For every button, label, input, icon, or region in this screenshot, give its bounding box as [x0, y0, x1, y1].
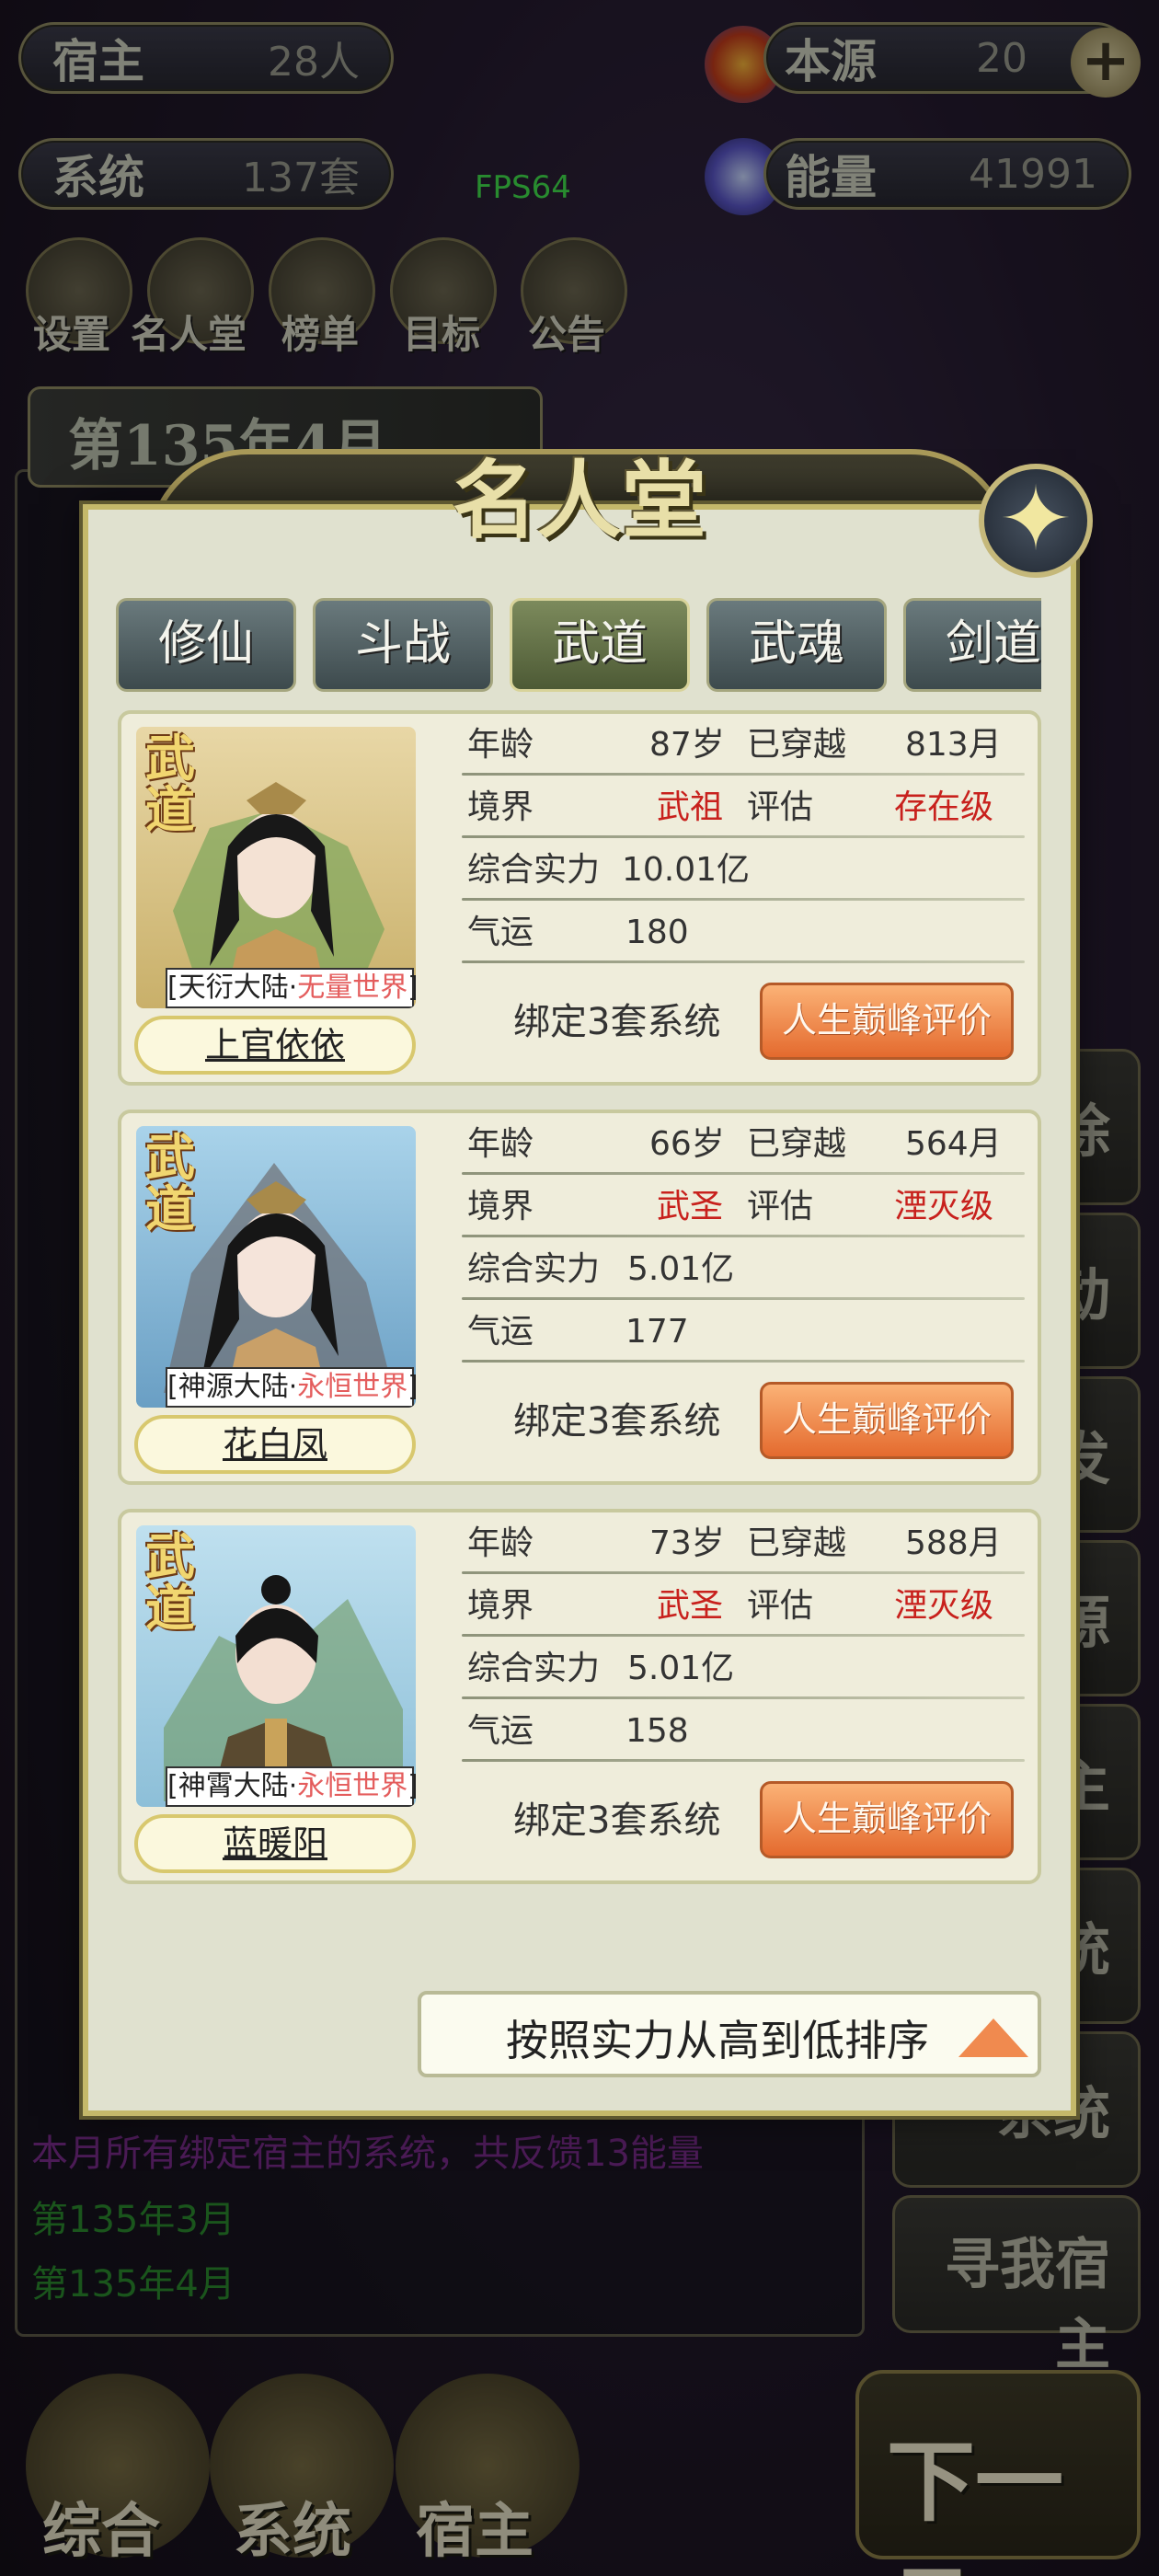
power-label: 综合实力 — [467, 851, 601, 889]
peak-evaluation-button[interactable]: 人生巅峰评价 — [760, 1781, 1014, 1858]
world-label: [神霄大陆·永恒世界] — [166, 1766, 416, 1807]
world-realm: 永恒世界 — [297, 1770, 408, 1802]
assess-value: 存在级 — [894, 788, 994, 826]
divider — [462, 898, 1025, 901]
world-label: [神源大陆·永恒世界] — [166, 1367, 416, 1408]
travel-value: 588月 — [905, 1524, 1002, 1562]
age-label: 年龄 — [467, 726, 534, 764]
age-label: 年龄 — [467, 1125, 534, 1163]
realm-value: 武祖 — [657, 788, 724, 826]
peak-evaluation-button[interactable]: 人生巅峰评价 — [760, 983, 1014, 1060]
dialog-title: 名人堂 — [452, 451, 706, 550]
age-value: 73岁 — [649, 1524, 725, 1562]
world-continent: 天衍大陆· — [178, 972, 298, 1004]
host-name[interactable]: 花白凤 — [134, 1415, 416, 1474]
divider — [462, 1235, 1025, 1237]
tab-wudao[interactable]: 武道 — [510, 598, 690, 692]
travel-label: 已穿越 — [747, 1524, 847, 1562]
tab-douzhan[interactable]: 斗战 — [313, 598, 493, 692]
luck-label: 气运 — [467, 914, 534, 951]
portrait-image[interactable]: 武道 [天衍大陆·无量世界] — [136, 727, 416, 1008]
realm-label: 境界 — [467, 1188, 534, 1225]
travel-label: 已穿越 — [747, 1125, 847, 1163]
category-badge: 武道 — [145, 729, 195, 839]
realm-label: 境界 — [467, 788, 534, 826]
peak-evaluation-button[interactable]: 人生巅峰评价 — [760, 1382, 1014, 1459]
host-name[interactable]: 上官依依 — [134, 1016, 416, 1075]
assess-label: 评估 — [747, 1587, 814, 1625]
power-label: 综合实力 — [467, 1650, 601, 1687]
category-badge: 武道 — [145, 1128, 195, 1238]
bound-systems: 绑定3套系统 — [513, 1001, 721, 1043]
power-value: 5.01亿 — [627, 1650, 735, 1687]
fame-card: 武道 [神源大陆·永恒世界] 花白凤 年龄 66岁 已穿越 564月 境界 武圣… — [118, 1110, 1041, 1485]
divider — [462, 773, 1025, 776]
luck-value: 158 — [625, 1712, 689, 1750]
world-realm: 永恒世界 — [297, 1371, 408, 1403]
sort-up-triangle-icon — [958, 2018, 1028, 2057]
assess-label: 评估 — [747, 788, 814, 826]
portrait-image[interactable]: 武道 [神源大陆·永恒世界] — [136, 1126, 416, 1408]
age-value: 66岁 — [649, 1125, 725, 1163]
power-value: 5.01亿 — [627, 1250, 735, 1288]
assess-label: 评估 — [747, 1188, 814, 1225]
assess-value: 湮灭级 — [894, 1587, 994, 1625]
tab-wuhun[interactable]: 武魂 — [706, 598, 887, 692]
divider — [462, 1571, 1025, 1574]
portrait-image[interactable]: 武道 [神霄大陆·永恒世界] — [136, 1525, 416, 1807]
world-label: [天衍大陆·无量世界] — [166, 968, 416, 1008]
world-realm: 无量世界 — [297, 972, 408, 1004]
age-value: 87岁 — [649, 726, 725, 764]
category-tabs: 修仙 斗战 武道 武魂 剑道 — [116, 598, 1041, 694]
fame-card: 武道 [天衍大陆·无量世界] 上官依依 年龄 87岁 已穿越 813月 境界 武… — [118, 710, 1041, 1086]
bound-systems: 绑定3套系统 — [513, 1800, 721, 1842]
bound-systems: 绑定3套系统 — [513, 1400, 721, 1443]
luck-value: 180 — [625, 914, 689, 951]
divider — [462, 835, 1025, 838]
travel-label: 已穿越 — [747, 726, 847, 764]
world-continent: 神霄大陆· — [178, 1770, 298, 1802]
sort-button[interactable]: 按照实力从高到低排序 — [418, 1991, 1041, 2077]
world-continent: 神源大陆· — [178, 1371, 298, 1403]
host-name[interactable]: 蓝暖阳 — [134, 1814, 416, 1873]
close-icon[interactable]: ✦ — [979, 464, 1093, 578]
divider — [462, 1696, 1025, 1699]
luck-label: 气运 — [467, 1712, 534, 1750]
category-badge: 武道 — [145, 1527, 195, 1638]
tab-jiandao[interactable]: 剑道 — [903, 598, 1041, 692]
power-value: 10.01亿 — [622, 851, 751, 889]
travel-value: 564月 — [905, 1125, 1002, 1163]
travel-value: 813月 — [905, 726, 1002, 764]
divider — [462, 1172, 1025, 1175]
realm-value: 武圣 — [657, 1188, 724, 1225]
divider — [462, 960, 1025, 963]
tab-xiuxian[interactable]: 修仙 — [116, 598, 296, 692]
power-label: 综合实力 — [467, 1250, 601, 1288]
divider — [462, 1634, 1025, 1637]
divider — [462, 1297, 1025, 1300]
divider — [462, 1360, 1025, 1363]
age-label: 年龄 — [467, 1524, 534, 1562]
realm-value: 武圣 — [657, 1587, 724, 1625]
divider — [462, 1759, 1025, 1762]
luck-value: 177 — [625, 1313, 689, 1351]
sort-label: 按照实力从高到低排序 — [506, 2016, 929, 2065]
fame-card: 武道 [神霄大陆·永恒世界] 蓝暖阳 年龄 73岁 已穿越 588月 境界 武圣… — [118, 1509, 1041, 1884]
realm-label: 境界 — [467, 1587, 534, 1625]
assess-value: 湮灭级 — [894, 1188, 994, 1225]
luck-label: 气运 — [467, 1313, 534, 1351]
